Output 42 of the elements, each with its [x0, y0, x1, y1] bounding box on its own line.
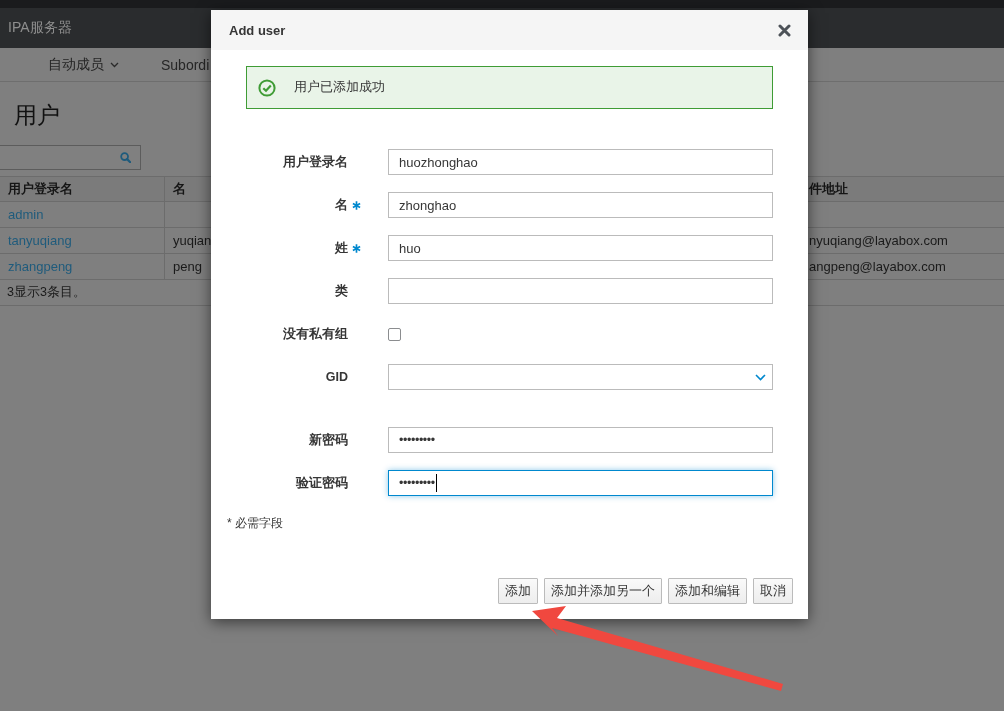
text-field[interactable]: zhonghao [388, 192, 773, 218]
add-and-edit-button[interactable]: 添加和编辑 [668, 578, 747, 604]
search-field[interactable] [0, 145, 141, 170]
text-field[interactable]: huo [388, 235, 773, 261]
caret-icon [110, 61, 119, 68]
required-fields-note: * 必需字段 [227, 515, 283, 532]
field-label: 验证密码 [296, 474, 348, 492]
add-another-button[interactable]: 添加并添加另一个 [544, 578, 662, 604]
password-field[interactable]: ••••••••• [388, 427, 773, 453]
table-cell: nyuqiang@layabox.com [809, 233, 948, 248]
alert-message: 用户已添加成功 [294, 79, 385, 96]
nav-item[interactable]: 自动成员 [48, 55, 119, 74]
check-circle-icon [258, 78, 276, 97]
table-cell: angpeng@layabox.com [809, 259, 946, 274]
nav-item[interactable]: Subordi [161, 56, 210, 73]
field-label: 类 [335, 282, 348, 300]
text-field[interactable]: huozhonghao [388, 149, 773, 175]
cancel-button[interactable]: 取消 [753, 578, 793, 604]
page-heading: 用户 [14, 101, 60, 130]
column-header: 名 [173, 180, 186, 198]
field-label: GID [325, 370, 348, 384]
checkbox[interactable] [388, 327, 401, 341]
field-label: 用户登录名 [283, 153, 348, 171]
field-label: 新密码 [309, 431, 348, 449]
search-icon[interactable] [120, 152, 131, 163]
close-icon [778, 23, 791, 37]
add-button[interactable]: 添加 [498, 578, 538, 604]
field-label: 姓 [335, 239, 348, 257]
modal-title: Add user [229, 22, 286, 38]
password-field[interactable]: ••••••••• [388, 470, 773, 496]
text-field[interactable] [388, 278, 773, 304]
select-field[interactable] [388, 364, 773, 390]
table-summary: 3显示3条目。 [7, 284, 86, 301]
chevron-down-icon [755, 373, 766, 381]
table-cell: peng [173, 259, 202, 274]
field-label: 名 [335, 196, 348, 214]
close-button[interactable] [778, 23, 791, 37]
table-cell: yuqian [173, 233, 212, 248]
field-label: 没有私有组 [283, 325, 348, 343]
app-title: IPA服务器 [8, 19, 72, 37]
column-header: 用户登录名 [8, 180, 73, 198]
column-header: 件地址 [809, 180, 848, 198]
